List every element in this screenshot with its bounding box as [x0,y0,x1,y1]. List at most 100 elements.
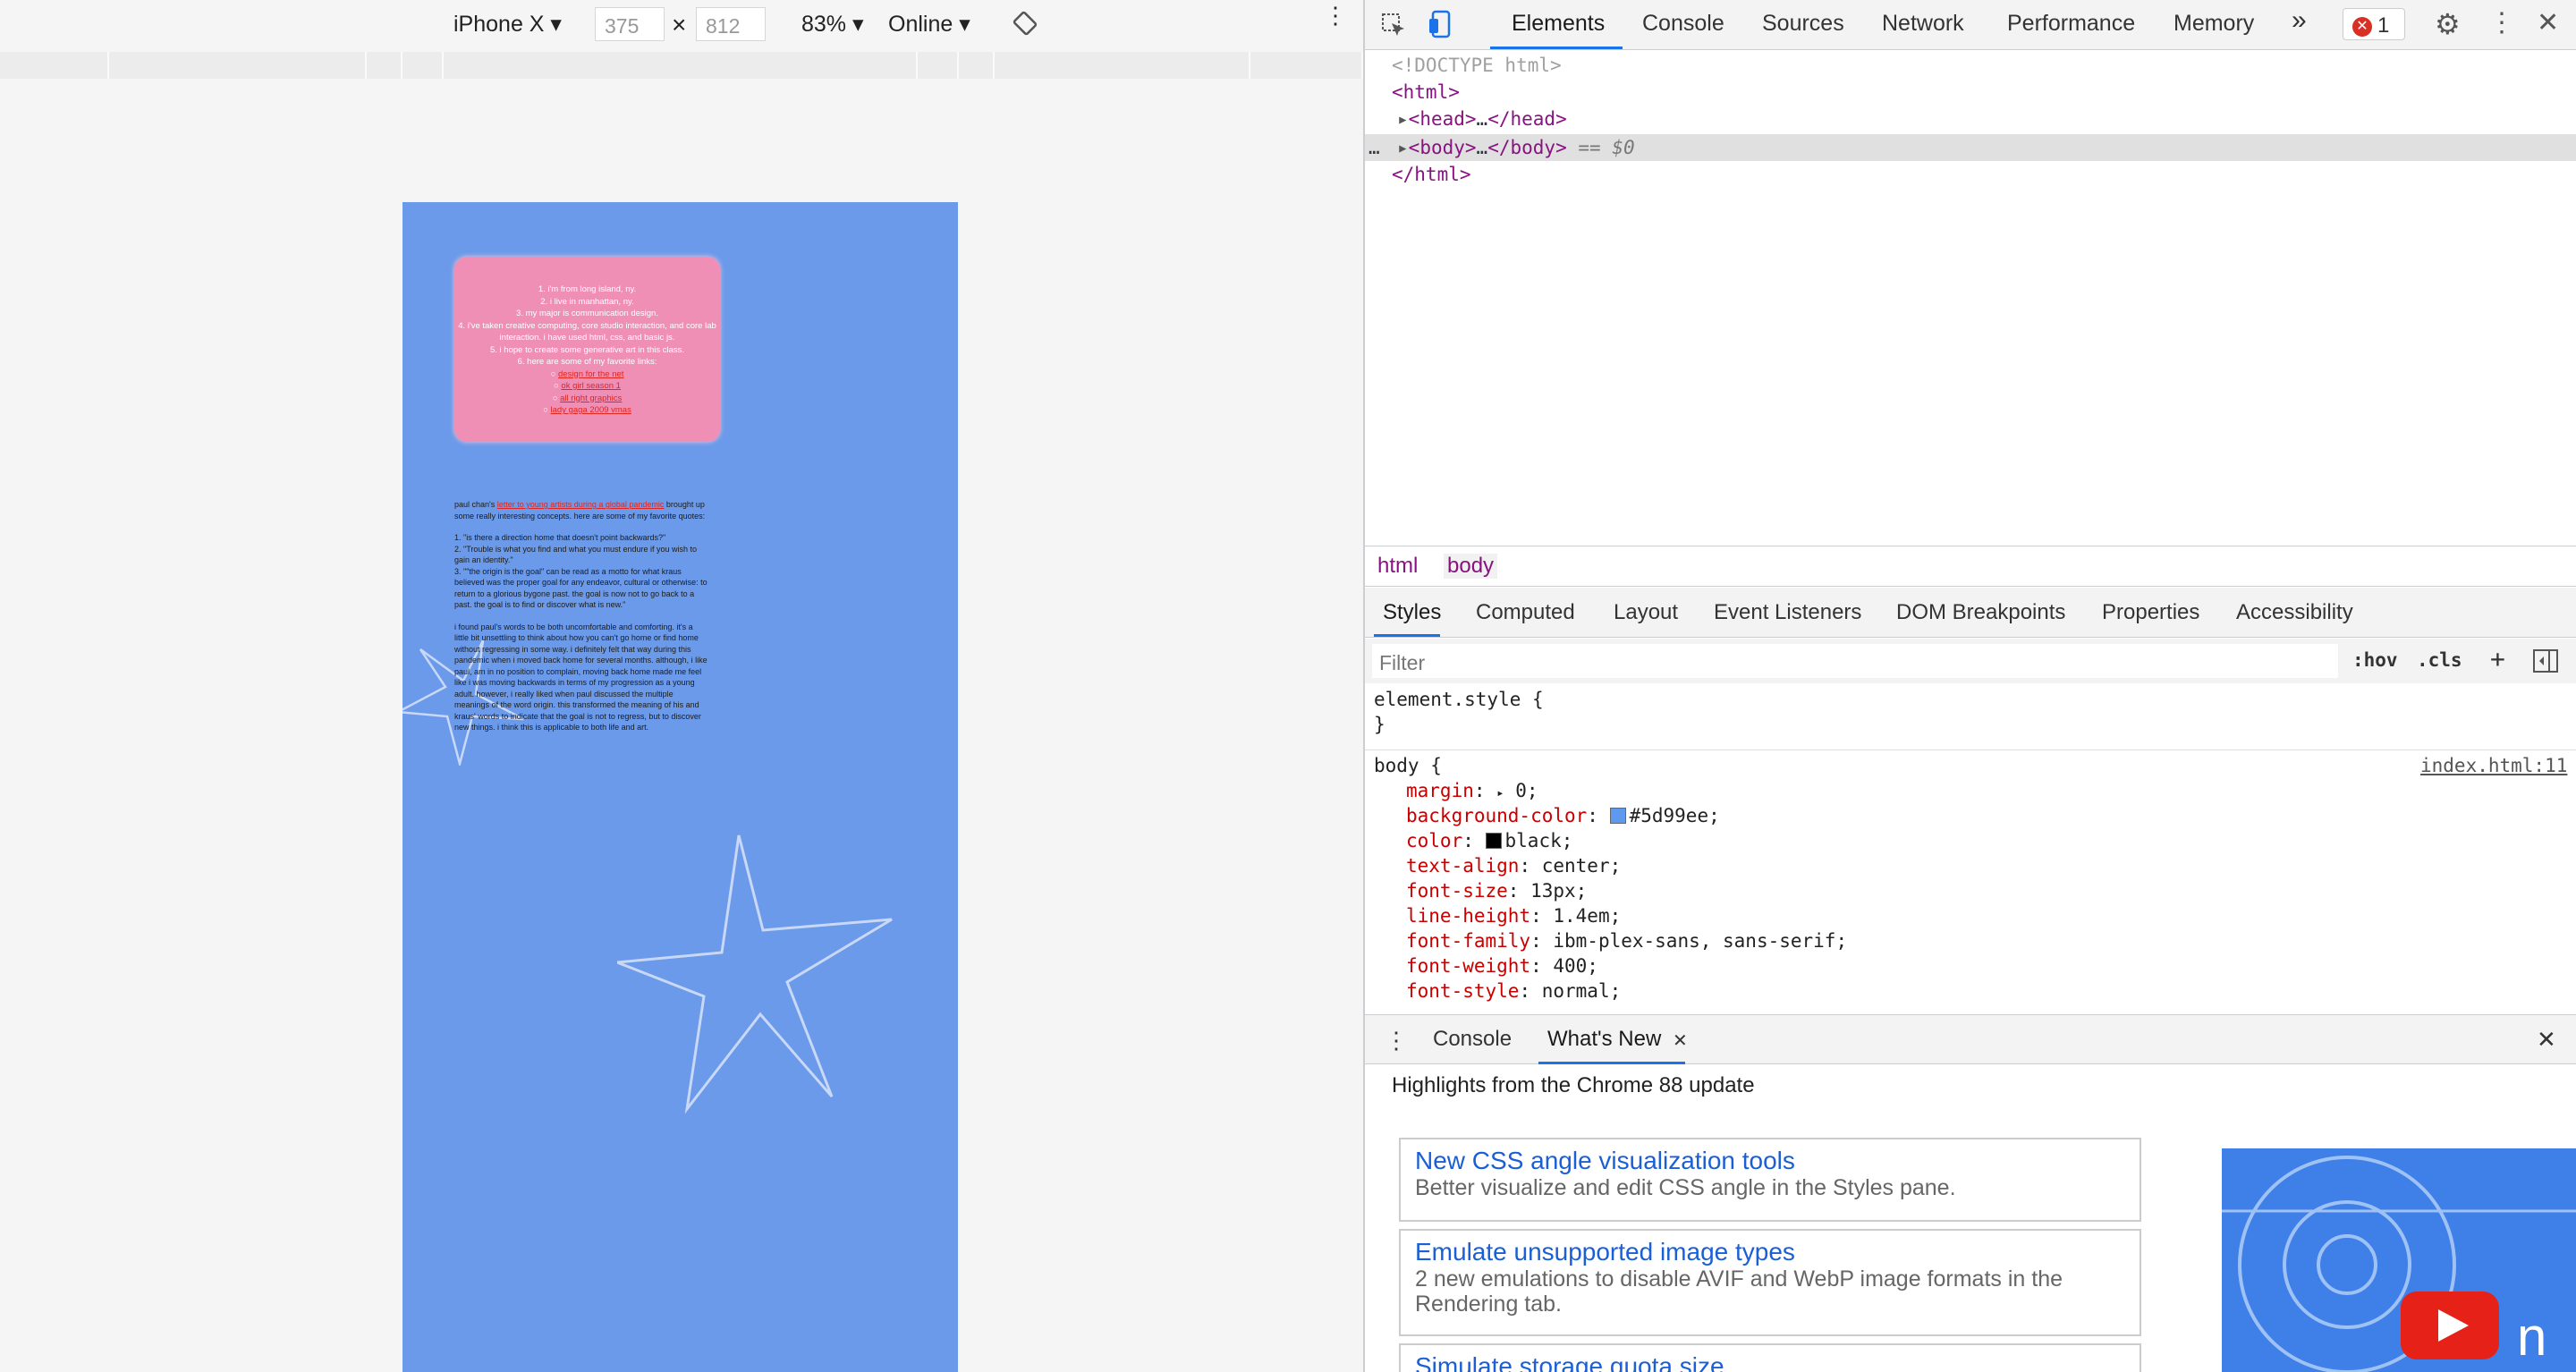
prop-value[interactable]: #5d99ee; [1630,805,1720,826]
gear-icon[interactable]: ⚙ [2435,7,2461,41]
doctype-node[interactable]: <!DOCTYPE html> [1392,52,1562,79]
declaration[interactable]: font-family: ibm-plex-sans, sans-serif; [1406,928,1847,953]
prop-value[interactable]: black; [1505,830,1573,851]
body-node[interactable]: ▸<body>…</body> == $0 [1397,134,1635,161]
tab-computed[interactable]: Computed [1476,600,1575,625]
hov-button[interactable]: :hov [2352,649,2398,671]
cls-button[interactable]: .cls [2417,649,2462,671]
media-query-bar[interactable] [0,52,1363,80]
card-title[interactable]: Simulate storage quota size [1415,1352,2125,1372]
feature-card[interactable]: New CSS angle visualization tools Better… [1399,1138,2141,1222]
sidebar-toggle-icon[interactable] [2533,649,2558,673]
drawer-tabbar: ⋮ Console What's New ✕ ✕ [1365,1014,2576,1064]
html-node[interactable]: <html> [1392,79,1460,106]
color-swatch[interactable] [1485,833,1502,849]
source-link[interactable]: index.html:11 [2420,753,2567,778]
breadcrumb-body[interactable]: body [1444,554,1498,579]
body-selector[interactable]: body { [1374,753,1442,778]
filter-input[interactable]: Filter [1372,644,2338,678]
tab-properties[interactable]: Properties [2102,600,2199,625]
card-title[interactable]: Emulate unsupported image types [1415,1238,2125,1266]
tab-accessibility[interactable]: Accessibility [2236,600,2353,625]
breadcrumb-html[interactable]: html [1377,554,1418,579]
declaration[interactable]: background-color: #5d99ee; [1406,803,1720,828]
tab-performance[interactable]: Performance [2007,11,2135,37]
favorite-link[interactable]: ok girl season 1 [561,381,621,391]
expand-arrow-icon[interactable]: ▸ [1397,137,1409,158]
prop-value[interactable]: ibm-plex-sans, sans-serif; [1553,930,1847,952]
prop-value[interactable]: 400; [1553,955,1598,977]
declaration[interactable]: margin: ▸ 0; [1406,778,1538,806]
new-rule-button[interactable]: + [2490,644,2505,673]
favorite-link[interactable]: design for the net [558,369,623,379]
feature-card[interactable]: Emulate unsupported image types 2 new em… [1399,1229,2141,1336]
feature-card[interactable]: Simulate storage quota size [1399,1343,2141,1372]
element-style-selector[interactable]: element.style { [1374,687,1544,712]
prop-name: font-weight [1406,955,1531,977]
prop-value[interactable]: normal; [1542,980,1622,1002]
favorite-link[interactable]: all right graphics [560,394,622,403]
quote: 1. "is there a direction home that doesn… [454,533,666,542]
expand-arrow-icon[interactable]: ▸ [1397,108,1409,130]
close-drawer-icon[interactable]: ✕ [2537,1026,2556,1054]
tab-network[interactable]: Network [1882,11,1964,37]
height-input[interactable]: 812 [696,7,766,41]
tab-console[interactable]: Console [1642,11,1724,37]
inspect-element-icon[interactable] [1381,13,1406,38]
times-sign: × [672,11,687,38]
width-input[interactable]: 375 [595,7,665,41]
styles-subtabs: Styles Computed Layout Event Listeners D… [1365,588,2576,638]
drawer-menu-icon[interactable]: ⋮ [1385,1027,1408,1054]
rotate-icon[interactable] [1011,9,1039,38]
tab-styles[interactable]: Styles [1383,600,1441,625]
error-badge[interactable]: ✕ 1 [2343,8,2405,40]
tab-sources[interactable]: Sources [1762,11,1844,37]
tab-dom-breakpoints[interactable]: DOM Breakpoints [1896,600,2065,625]
html-close-node[interactable]: </html> [1392,161,1471,188]
zoom-select[interactable]: 83% ▾ [801,11,864,38]
tab-layout[interactable]: Layout [1614,600,1678,625]
declaration[interactable]: color: black; [1406,828,1572,853]
close-icon[interactable]: ✕ [2537,7,2559,38]
expand-arrow-icon[interactable]: ▸ [1496,786,1504,800]
filter-row: Filter :hov .cls + [1365,639,2576,683]
prop-value[interactable]: center; [1542,855,1622,877]
collapsed-ellipsis: … [1476,137,1488,158]
device-select[interactable]: iPhone X ▾ [453,11,562,38]
declaration[interactable]: font-size: 13px; [1406,878,1587,903]
network-select[interactable]: Online ▾ [888,11,970,38]
prop-value[interactable]: 13px; [1530,880,1587,902]
tab-event-listeners[interactable]: Event Listeners [1714,600,1861,625]
declaration[interactable]: line-height: 1.4em; [1406,903,1621,928]
styles-pane: element.style { } body { index.html:11 m… [1365,683,2576,1014]
tab-memory[interactable]: Memory [2174,11,2254,37]
prop-value[interactable]: 1.4em; [1553,905,1621,927]
close-tab-icon[interactable]: ✕ [1673,1029,1688,1052]
color-swatch[interactable] [1609,808,1626,824]
prop-name: background-color [1406,805,1588,826]
essay-section: paul chan's letter to young artists duri… [454,499,708,744]
row-dots[interactable]: … [1368,134,1380,161]
customize-menu-icon[interactable]: ⋮ [2488,7,2515,38]
youtube-play-icon[interactable] [2401,1292,2499,1359]
device-canvas: 1. i'm from long island, ny. 2. i live i… [0,80,1363,1372]
tab-elements[interactable]: Elements [1512,11,1605,37]
network-value: Online [888,12,953,37]
more-tabs-icon[interactable]: » [2292,5,2307,36]
device-toolbar-icon[interactable] [1428,10,1453,38]
essay-link[interactable]: letter to young artists during a global … [497,500,665,509]
drawer-tab-whats-new[interactable]: What's New [1547,1027,1661,1052]
video-thumbnail[interactable]: n [2222,1148,2576,1372]
star-outline-large [617,834,893,1114]
declaration[interactable]: text-align: center; [1406,853,1621,878]
drawer-tab-console[interactable]: Console [1433,1027,1512,1052]
prop-value[interactable]: 0; [1515,780,1538,801]
favorite-link[interactable]: lady gaga 2009 vmas [551,405,631,415]
declaration[interactable]: font-weight: 400; [1406,953,1598,978]
declaration[interactable]: font-style: normal; [1406,978,1621,1004]
error-count: 1 [2377,13,2390,38]
head-node[interactable]: ▸<head>…</head> [1397,106,1567,132]
more-options-icon[interactable]: ⋮ [1324,4,1347,27]
devtools-panel: Elements Console Sources Network Perform… [1363,0,2576,1372]
card-title[interactable]: New CSS angle visualization tools [1415,1147,2125,1175]
